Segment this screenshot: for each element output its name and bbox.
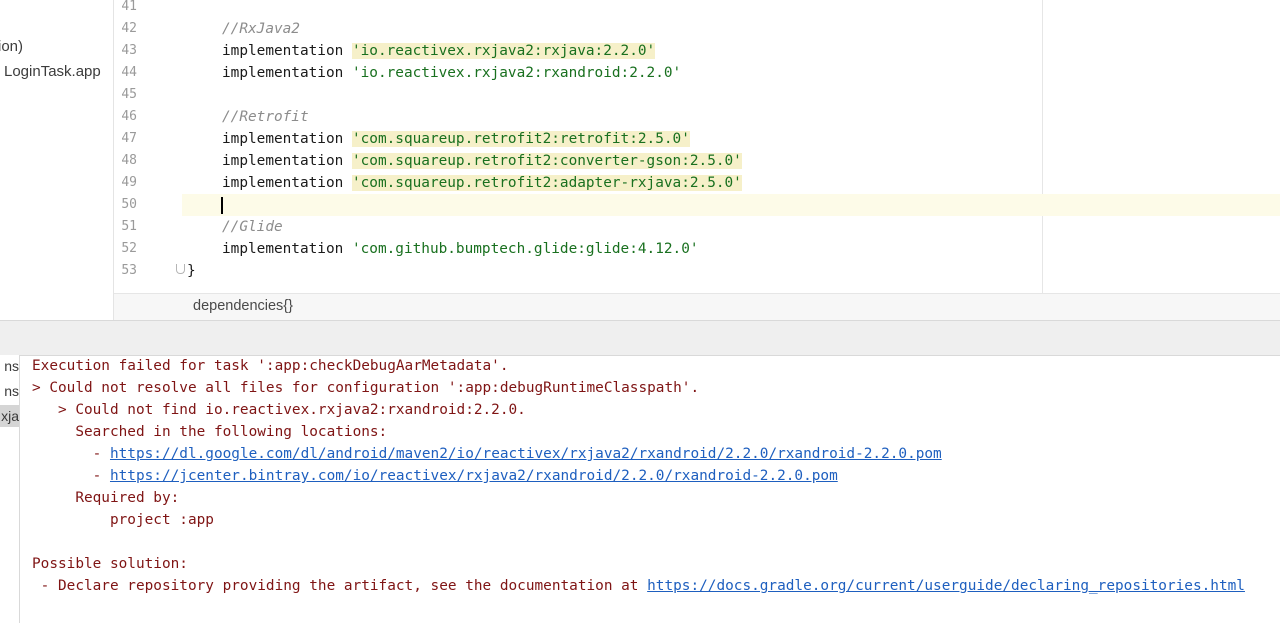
project-tree-item[interactable]: ion) — [0, 38, 23, 55]
code-comment: //RxJava2 — [222, 21, 300, 37]
build-tree-panel: ns ns xja — [0, 355, 20, 623]
code-line: implementation 'io.reactivex.rxjava2:rxj… — [182, 40, 1280, 62]
build-tree-item[interactable]: ns — [0, 380, 19, 402]
error-line: Execution failed for task ':app:checkDeb… — [32, 358, 509, 374]
build-output-console[interactable]: Execution failed for task ':app:checkDeb… — [20, 355, 1280, 623]
code-line: } — [182, 260, 1280, 282]
list-dash: - — [32, 468, 110, 484]
line-number: 51 — [121, 219, 137, 234]
error-line: project :app — [32, 512, 214, 528]
closing-brace: } — [187, 263, 196, 279]
code-line: implementation 'io.reactivex.rxjava2:rxa… — [182, 62, 1280, 84]
code-line: implementation 'com.squareup.retrofit2:c… — [182, 150, 1280, 172]
current-code-line — [182, 194, 1280, 216]
code-keyword: implementation — [222, 43, 352, 59]
solution-line: - Declare repository providing the artif… — [32, 575, 1245, 597]
tool-window-header[interactable] — [0, 320, 1280, 356]
code-keyword: implementation — [222, 175, 352, 191]
code-line: //RxJava2 — [182, 18, 1280, 40]
code-line: implementation 'com.squareup.retrofit2:a… — [182, 172, 1280, 194]
breadcrumb[interactable]: dependencies{} — [193, 298, 293, 314]
project-tree-item[interactable]: LoginTask.app — [4, 63, 101, 80]
code-comment: //Glide — [222, 219, 283, 235]
line-number-gutter: 41 42 43 44 45 46 47 48 49 50 51 52 53 — [114, 0, 182, 293]
line-number: 50 — [121, 197, 137, 212]
text-caret — [221, 197, 223, 214]
line-number: 42 — [121, 21, 137, 36]
repository-link[interactable]: https://dl.google.com/dl/android/maven2/… — [110, 446, 942, 462]
error-line: Required by: — [32, 490, 180, 506]
line-number: 53 — [121, 263, 137, 278]
error-line: Searched in the following locations: — [32, 424, 388, 440]
line-number: 43 — [121, 43, 137, 58]
line-number: 47 — [121, 131, 137, 146]
code-line: //Glide — [182, 216, 1280, 238]
code-editor[interactable]: //RxJava2 implementation 'io.reactivex.r… — [182, 0, 1280, 293]
code-string: 'io.reactivex.rxjava2:rxjava:2.2.0' — [351, 43, 656, 59]
code-comment: //Retrofit — [222, 109, 309, 125]
error-line: - https://dl.google.com/dl/android/maven… — [32, 443, 942, 465]
code-keyword: implementation — [222, 131, 352, 147]
code-string: 'com.squareup.retrofit2:converter-gson:2… — [351, 153, 742, 169]
list-dash: - — [32, 446, 110, 462]
code-string: 'com.github.bumptech.glide:glide:4.12.0' — [351, 241, 699, 257]
code-string: 'io.reactivex.rxjava2:rxandroid:2.2.0' — [351, 65, 682, 81]
project-panel: ion) LoginTask.app — [0, 0, 114, 320]
code-line: //Retrofit — [182, 106, 1280, 128]
code-keyword: implementation — [222, 65, 352, 81]
code-string: 'com.squareup.retrofit2:retrofit:2.5.0' — [351, 131, 690, 147]
code-keyword: implementation — [222, 241, 352, 257]
build-tree-item[interactable]: ns — [0, 355, 19, 377]
error-line: > Could not find io.reactivex.rxjava2:rx… — [32, 402, 526, 418]
repository-link[interactable]: https://jcenter.bintray.com/io/reactivex… — [110, 468, 838, 484]
error-line: - https://jcenter.bintray.com/io/reactiv… — [32, 465, 838, 487]
solution-heading: Possible solution: — [32, 556, 188, 572]
line-number: 48 — [121, 153, 137, 168]
line-number: 44 — [121, 65, 137, 80]
line-number: 46 — [121, 109, 137, 124]
line-number: 45 — [121, 87, 137, 102]
solution-text: - Declare repository providing the artif… — [32, 578, 648, 594]
line-number: 41 — [121, 0, 137, 14]
code-string: 'com.squareup.retrofit2:adapter-rxjava:2… — [351, 175, 742, 191]
error-line: > Could not resolve all files for config… — [32, 380, 700, 396]
code-keyword: implementation — [222, 153, 352, 169]
documentation-link[interactable]: https://docs.gradle.org/current/userguid… — [647, 578, 1245, 594]
code-line: implementation 'com.github.bumptech.glid… — [182, 238, 1280, 260]
line-number: 52 — [121, 241, 137, 256]
code-line: implementation 'com.squareup.retrofit2:r… — [182, 128, 1280, 150]
editor-breadcrumb-bar: dependencies{} — [114, 293, 1280, 321]
line-number: 49 — [121, 175, 137, 190]
build-tree-item-selected[interactable]: xja — [0, 405, 19, 427]
